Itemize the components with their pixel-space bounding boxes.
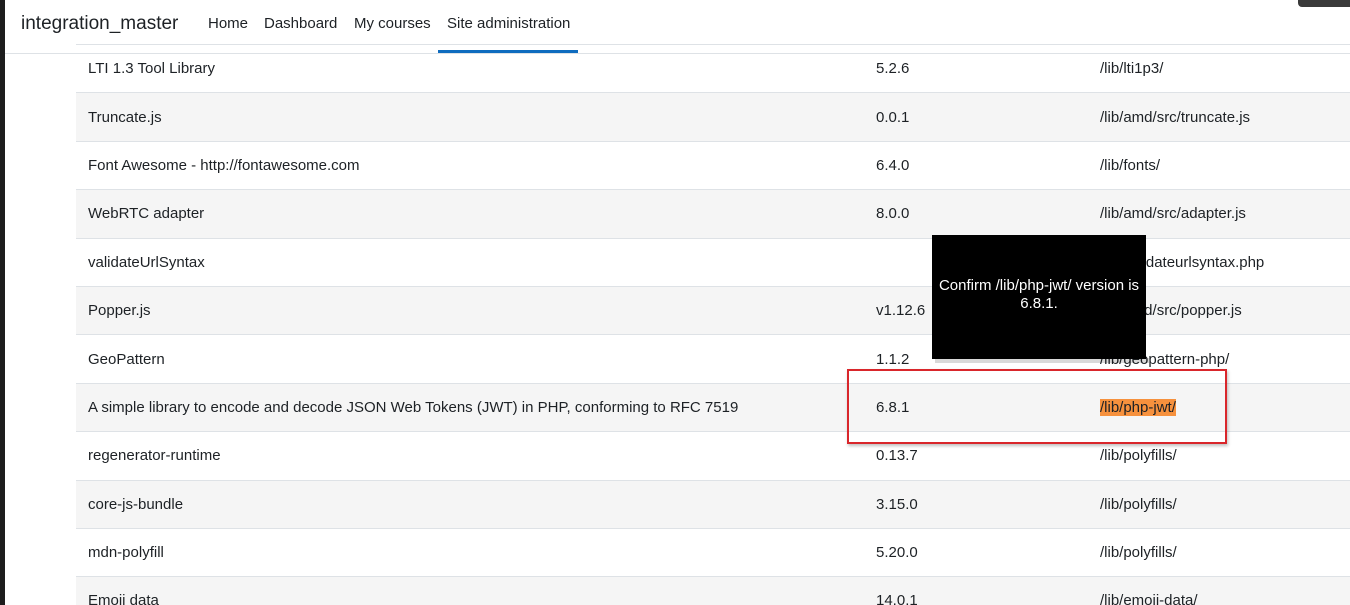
library-location: /lib/amd/src/truncate.js (1088, 92, 1350, 142)
nav-site-administration[interactable]: Site administration (447, 15, 570, 32)
table-row: core-js-bundle 3.15.0 /lib/polyfills/ (76, 479, 1350, 529)
window-left-edge (0, 0, 5, 605)
instruction-tooltip: Confirm /lib/php-jwt/ version is 6.8.1. (932, 235, 1146, 359)
library-name: Popper.js (76, 285, 864, 335)
site-name[interactable]: integration_master (21, 13, 178, 35)
library-version: 0.0.1 (864, 92, 1088, 142)
library-location: /lib/fonts/ (1088, 140, 1350, 190)
table-row: WebRTC adapter 8.0.0 /lib/amd/src/adapte… (76, 189, 1350, 239)
table-row: mdn-polyfill 5.20.0 /lib/polyfills/ (76, 527, 1350, 577)
nav-my-courses[interactable]: My courses (354, 15, 431, 32)
table-row: LTI 1.3 Tool Library 5.2.6 /lib/lti1p3/ (76, 43, 1350, 93)
table-row: Popper.js v1.12.6 /lib/amd/src/popper.js (76, 285, 1350, 335)
table-row: Truncate.js 0.0.1 /lib/amd/src/truncate.… (76, 92, 1350, 142)
library-name: core-js-bundle (76, 479, 864, 529)
library-name: regenerator-runtime (76, 431, 864, 481)
library-version: 6.4.0 (864, 140, 1088, 190)
library-name: mdn-polyfill (76, 527, 864, 577)
library-name: LTI 1.3 Tool Library (76, 43, 864, 93)
library-name: GeoPattern (76, 334, 864, 384)
library-name: Truncate.js (76, 92, 864, 142)
library-version: 5.20.0 (864, 527, 1088, 577)
library-location: /lib/polyfills/ (1088, 527, 1350, 577)
library-version: 14.0.1 (864, 576, 1088, 605)
library-location: /lib/emoji-data/ (1088, 576, 1350, 605)
library-name: WebRTC adapter (76, 189, 864, 239)
library-name: Font Awesome - http://fontawesome.com (76, 140, 864, 190)
library-version: 5.2.6 (864, 43, 1088, 93)
table-row: Emoji data 14.0.1 /lib/emoji-data/ (76, 576, 1350, 605)
library-location: /lib/amd/src/adapter.js (1088, 189, 1350, 239)
table-row: validateUrlSyntax /lib/validateurlsyntax… (76, 237, 1350, 287)
annotation-highlight-box (847, 369, 1227, 444)
library-version: 8.0.0 (864, 189, 1088, 239)
library-location: /lib/lti1p3/ (1088, 43, 1350, 93)
corner-shadow (1298, 0, 1350, 7)
nav-dashboard[interactable]: Dashboard (264, 15, 337, 32)
nav-home[interactable]: Home (208, 15, 248, 32)
library-name: A simple library to encode and decode JS… (76, 382, 864, 432)
library-name: validateUrlSyntax (76, 237, 864, 287)
library-location: /lib/polyfills/ (1088, 479, 1350, 529)
third-party-libraries-table: LTI 1.3 Tool Library 5.2.6 /lib/lti1p3/ … (76, 43, 1350, 605)
table-row: Font Awesome - http://fontawesome.com 6.… (76, 140, 1350, 190)
library-name: Emoji data (76, 576, 864, 605)
library-version: 3.15.0 (864, 479, 1088, 529)
